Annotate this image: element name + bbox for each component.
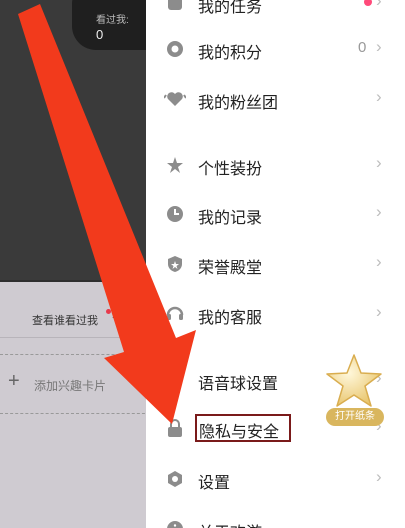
dress-up-icon — [166, 156, 184, 174]
menu-label: 我的积分 — [198, 45, 263, 62]
menu-label: 语音球设置 — [198, 376, 279, 393]
lock-icon — [166, 419, 184, 437]
chevron-right-icon: › — [112, 310, 116, 322]
customer-service-icon — [166, 305, 184, 323]
points-value: 0 — [358, 39, 367, 56]
views-label: 看过我: — [96, 15, 129, 26]
open-note-widget[interactable]: 打开纸条 — [320, 352, 384, 430]
menu-item-honor-hall[interactable]: 荣誉殿堂 › — [146, 241, 405, 287]
chevron-right-icon: › — [376, 202, 382, 221]
watermark-sub: 经验 — [320, 510, 340, 521]
menu-label: 我的记录 — [198, 210, 263, 227]
side-menu: 我的任务 › 我的积分 0 › 我的粉丝团 › 个性装扮 › 我的记录 › 荣誉… — [146, 0, 405, 528]
menu-item-customer-service[interactable]: 我的客服 › — [146, 291, 405, 337]
fan-club-icon — [163, 90, 187, 108]
profile-background-panel: 看过我: 0 查看谁看过我 › + 添加兴趣卡片 — [0, 0, 172, 528]
add-interest-card-label: 添加兴趣卡片 — [34, 379, 107, 393]
open-note-badge: 打开纸条 — [326, 408, 384, 426]
menu-label: 个性装扮 — [198, 161, 263, 178]
honor-icon — [166, 255, 184, 273]
star-icon — [326, 354, 382, 407]
menu-label: 荣誉殿堂 — [198, 260, 263, 277]
gear-icon — [166, 470, 184, 488]
chevron-right-icon: › — [376, 153, 382, 172]
menu-label: 我的客服 — [198, 310, 263, 327]
points-icon — [166, 40, 184, 58]
add-interest-card-button[interactable]: + 添加兴趣卡片 — [0, 354, 150, 414]
clock-icon — [166, 205, 184, 223]
notification-dot — [106, 309, 111, 314]
chevron-right-icon: › — [376, 87, 382, 106]
chevron-right-icon: › — [376, 302, 382, 321]
menu-item-points[interactable]: 我的积分 0 › — [146, 26, 405, 72]
who-viewed-link[interactable]: 查看谁看过我 › — [0, 298, 146, 338]
who-viewed-label: 查看谁看过我 — [32, 315, 98, 327]
menu-label: 设置 — [198, 475, 231, 492]
menu-label: 我的粉丝团 — [198, 95, 279, 112]
notification-dot — [364, 0, 372, 6]
menu-item-tasks[interactable]: 我的任务 › — [146, 0, 405, 26]
chevron-right-icon: › — [376, 0, 382, 10]
views-count: 0 — [96, 27, 104, 42]
menu-item-fan-club[interactable]: 我的粉丝团 › — [146, 76, 405, 122]
task-icon — [166, 0, 184, 12]
menu-label-privacy: 隐私与安全 — [199, 424, 280, 441]
menu-item-records[interactable]: 我的记录 › — [146, 191, 405, 237]
menu-label: 我的任务 — [198, 0, 263, 16]
baidu-watermark: Bai du 经验 — [280, 476, 400, 526]
info-icon — [166, 520, 184, 528]
chevron-right-icon: › — [376, 252, 382, 271]
plus-icon: + — [8, 370, 20, 392]
chevron-right-icon: › — [376, 37, 382, 56]
menu-item-dress-up[interactable]: 个性装扮 › — [146, 142, 405, 188]
watermark-brand: Bai du — [316, 482, 384, 504]
menu-label: 关于欢游 — [198, 519, 262, 528]
